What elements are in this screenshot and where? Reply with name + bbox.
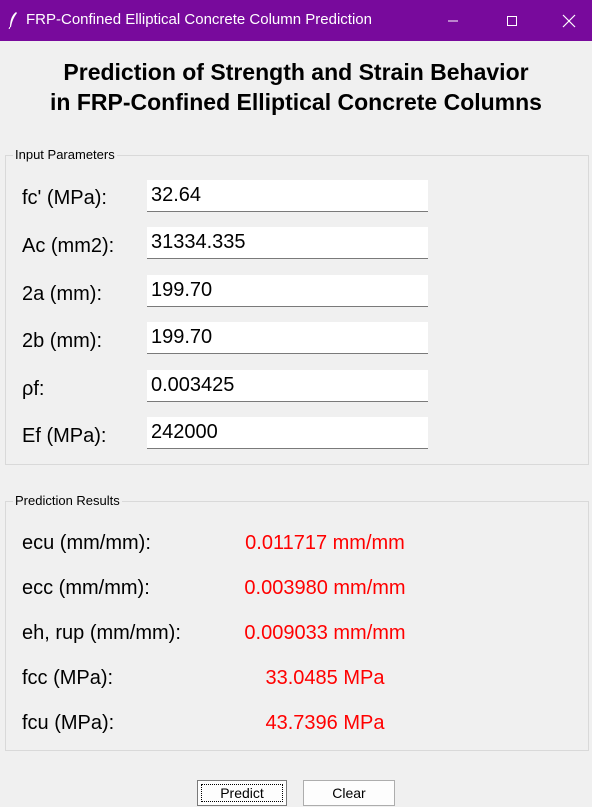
ecu-label: ecu (mm/mm): — [22, 532, 151, 554]
eh-rup-value: 0.009033 mm/mm — [244, 622, 406, 644]
input-parameters-label: Input Parameters — [13, 147, 117, 163]
eh-rup-label: eh, rup (mm/mm): — [22, 622, 181, 644]
clear-button-label: Clear — [332, 785, 366, 801]
window-title: FRP-Confined Elliptical Concrete Column … — [26, 11, 372, 28]
ac-input[interactable]: 31334.335 — [147, 227, 428, 259]
fc-label: fc' (MPa): — [22, 187, 107, 209]
minimize-icon — [448, 20, 458, 21]
rho-f-input-value: 0.003425 — [151, 374, 235, 396]
close-icon — [562, 14, 576, 27]
ecu-value: 0.011717 mm/mm — [245, 532, 405, 554]
page-title-line2: in FRP-Confined Elliptical Concrete Colu… — [50, 89, 542, 115]
fc-input-value: 32.64 — [151, 184, 202, 206]
fcu-label: fcu (MPa): — [22, 712, 115, 734]
2b-label: 2b (mm): — [22, 330, 102, 352]
clear-button[interactable]: Clear — [303, 780, 395, 806]
ecc-value: 0.003980 mm/mm — [244, 577, 406, 599]
2a-label: 2a (mm): — [22, 283, 102, 305]
fcu-value: 43.7396 MPa — [265, 712, 385, 734]
rho-f-input[interactable]: 0.003425 — [147, 370, 428, 402]
fcc-label: fcc (MPa): — [22, 667, 114, 689]
ef-input[interactable]: 242000 — [147, 417, 428, 449]
predict-button[interactable]: Predict — [197, 780, 287, 806]
ac-input-value: 31334.335 — [151, 231, 246, 253]
ef-input-value: 242000 — [151, 421, 218, 443]
ecc-label: ecc (mm/mm): — [22, 577, 150, 599]
fc-input[interactable]: 32.64 — [147, 180, 428, 212]
focus-ring — [201, 784, 283, 802]
maximize-icon — [507, 15, 517, 26]
rho-f-label: ρf: — [22, 378, 45, 400]
2b-input-value: 199.70 — [151, 326, 213, 348]
ef-label: Ef (MPa): — [22, 425, 107, 447]
minimize-button[interactable] — [430, 0, 476, 41]
page-title-line1: Prediction of Strength and Strain Behavi… — [63, 59, 529, 85]
2b-input[interactable]: 199.70 — [147, 322, 428, 354]
feather-icon — [8, 12, 17, 29]
title-bar: FRP-Confined Elliptical Concrete Column … — [0, 0, 592, 41]
close-button[interactable] — [546, 0, 592, 41]
2a-input-value: 199.70 — [151, 279, 213, 301]
prediction-results-label: Prediction Results — [13, 493, 122, 509]
maximize-button[interactable] — [489, 0, 535, 41]
2a-input[interactable]: 199.70 — [147, 275, 428, 307]
fcc-value: 33.0485 MPa — [265, 667, 385, 689]
ac-label: Ac (mm2): — [22, 235, 115, 257]
